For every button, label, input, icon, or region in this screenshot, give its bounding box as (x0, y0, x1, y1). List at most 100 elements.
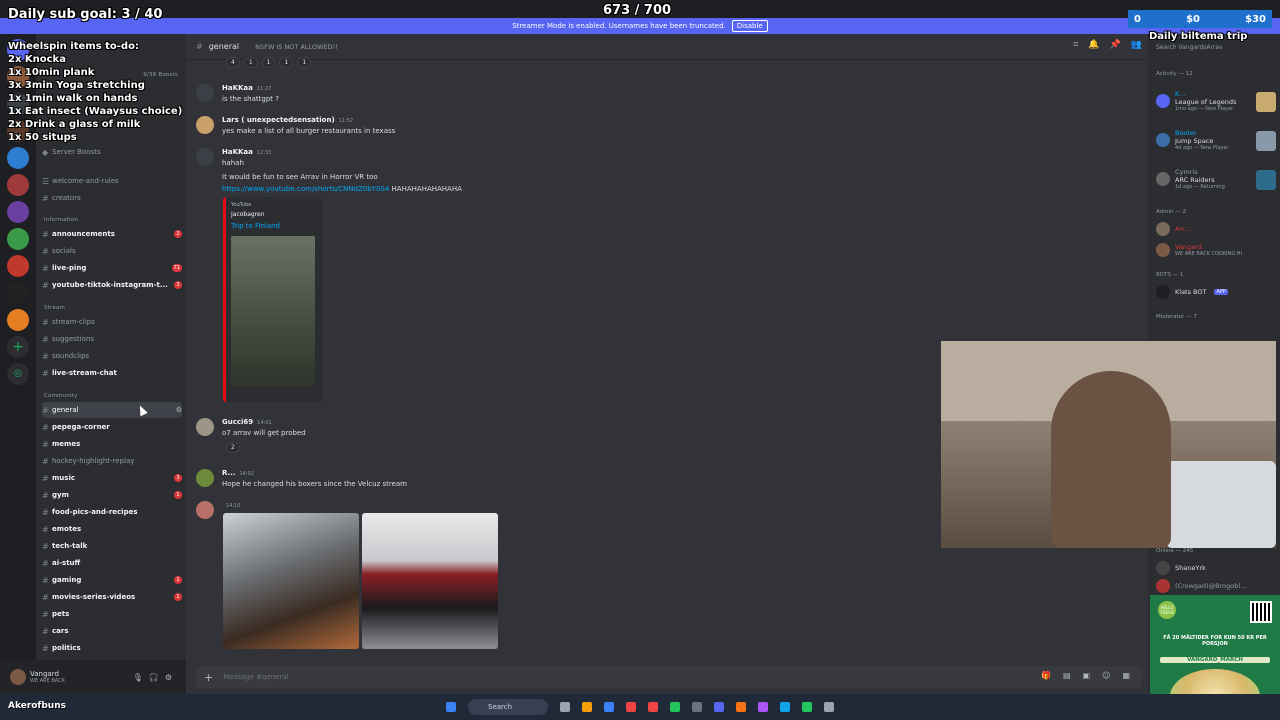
channel-pepega-corner[interactable]: # pepega-corner (42, 419, 182, 435)
task-view-icon[interactable] (560, 702, 570, 712)
avatar[interactable] (196, 116, 214, 134)
category-stream[interactable]: Stream (44, 305, 65, 311)
sticker-icon[interactable]: ▣ (1083, 671, 1091, 680)
member-item[interactable]: Klats BOT APP (1156, 285, 1276, 299)
reaction-pill[interactable]: 4 (226, 57, 240, 68)
channel-creators[interactable]: # creators (42, 190, 182, 206)
members-icon[interactable]: 👥 (1131, 40, 1142, 50)
reaction-pill[interactable]: 1 (297, 57, 312, 68)
server-icon[interactable] (7, 309, 29, 331)
chrome-icon[interactable] (626, 702, 636, 712)
channel-pets[interactable]: # pets (42, 606, 182, 622)
channel-suggestions[interactable]: # suggestions (42, 331, 182, 347)
settings-icon[interactable] (824, 702, 834, 712)
channel-live-ping[interactable]: # live-ping 71 (42, 260, 182, 276)
member-item[interactable]: (Crowgad)@Brogobl... (1156, 579, 1276, 593)
gift-icon[interactable]: 🎁 (1041, 671, 1051, 680)
channel-hockey[interactable]: # hockey-highlight-replay (42, 453, 182, 469)
message-author[interactable]: Gucci69 (222, 418, 253, 426)
user-controls-icon[interactable]: 🎙🎧⚙ (133, 673, 178, 682)
reaction-pill[interactable]: 2 (226, 442, 240, 453)
add-server-icon[interactable]: + (7, 336, 29, 358)
channel-tech-talk[interactable]: # tech-talk (42, 538, 182, 554)
app-icon[interactable] (604, 702, 614, 712)
spotify-icon[interactable] (802, 702, 812, 712)
app-icon[interactable] (692, 702, 702, 712)
channel-memes[interactable]: # memes (42, 436, 182, 452)
channel-youtube-tiktok[interactable]: # youtube-tiktok-instagram-t... 3 (42, 277, 182, 293)
threads-icon[interactable]: ⌗ (1073, 40, 1078, 50)
channel-settings-icon[interactable]: ⚙ (176, 406, 182, 414)
channel-music[interactable]: # music 3 (42, 470, 182, 486)
gif-icon[interactable]: ▤ (1063, 671, 1071, 680)
file-explorer-icon[interactable] (582, 702, 592, 712)
plus-icon[interactable]: + (204, 671, 213, 684)
avatar[interactable] (196, 469, 214, 487)
server-icon[interactable] (7, 174, 29, 196)
server-icon[interactable] (7, 255, 29, 277)
message-author[interactable]: Lars ( unexpectedsensation) (222, 116, 335, 124)
server-icon[interactable] (7, 228, 29, 250)
member-item[interactable]: Arr... (1156, 222, 1276, 236)
app-icon[interactable] (670, 702, 680, 712)
message-author[interactable]: HaKKaa (222, 84, 253, 92)
image-attachment[interactable] (223, 513, 359, 649)
reaction-pill[interactable]: 1 (243, 57, 258, 68)
app-icon[interactable] (780, 702, 790, 712)
embed-title[interactable]: Trip to Finland (231, 222, 318, 230)
member-item[interactable]: K... League of Legends 1mo ago — New Playe… (1156, 90, 1276, 112)
search-input[interactable]: Search VangardsArrav (1156, 44, 1223, 51)
server-boosts[interactable]: ◆ Server Boosts (42, 144, 182, 160)
app-icon[interactable] (758, 702, 768, 712)
reaction-pill[interactable]: 1 (279, 57, 294, 68)
channel-cars[interactable]: # cars (42, 623, 182, 639)
discord-taskbar-icon[interactable] (714, 702, 724, 712)
avatar[interactable] (196, 84, 214, 102)
channel-politics[interactable]: # politics (42, 640, 182, 656)
category-information[interactable]: Information (44, 217, 78, 223)
avatar[interactable] (10, 669, 26, 685)
channel-gaming[interactable]: # gaming 1 (42, 572, 182, 588)
server-icon[interactable] (7, 282, 29, 304)
app-icon[interactable] (736, 702, 746, 712)
channel-movies[interactable]: # movies-series-videos 1 (42, 589, 182, 605)
message-input[interactable]: Message #general (223, 673, 288, 681)
video-thumbnail[interactable] (231, 236, 315, 386)
channel-topic[interactable]: NSFW IS NOT ALLOWED!! (255, 43, 338, 51)
opera-icon[interactable] (648, 702, 658, 712)
message-composer[interactable]: + Message #general 🎁 ▤ ▣ ☺ ▦ (196, 666, 1142, 688)
server-icon[interactable] (7, 201, 29, 223)
bell-icon[interactable]: 🔔 (1088, 40, 1099, 50)
disable-streamer-mode-button[interactable]: Disable (731, 20, 768, 32)
image-attachment[interactable] (362, 513, 498, 649)
member-item[interactable]: Vangard WE ARE BACK COOKING HI (1156, 243, 1276, 257)
windows-start-icon[interactable] (446, 702, 456, 712)
channel-emotes[interactable]: # emotes (42, 521, 182, 537)
channel-stream-clips[interactable]: # stream-clips (42, 314, 182, 330)
channel-welcome-and-rules[interactable]: ☰ welcome-and-rules (42, 173, 182, 189)
server-icon[interactable] (7, 147, 29, 169)
channel-ai-stuff[interactable]: # ai-stuff (42, 555, 182, 571)
emoji-icon[interactable]: ☺ (1102, 671, 1110, 680)
channel-food[interactable]: # food-pics-and-recipes (42, 504, 182, 520)
channel-general[interactable]: # general ⚙ (42, 402, 182, 418)
avatar[interactable] (196, 418, 214, 436)
channel-live-stream-chat[interactable]: # live-stream-chat (42, 365, 182, 381)
message-link[interactable]: https://www.youtube.com/shorts/CNNdZ0bY0… (222, 185, 389, 193)
channel-gym[interactable]: # gym 1 (42, 487, 182, 503)
member-item[interactable]: Cymris ARC Raiders 1d ago — Returning (1156, 168, 1276, 190)
avatar[interactable] (196, 148, 214, 166)
discover-icon[interactable]: ◎ (7, 363, 29, 385)
embed-author[interactable]: Jacobagren (231, 211, 318, 218)
taskbar-search[interactable]: Search (468, 699, 548, 715)
member-item[interactable]: Booter Jump Space 4d ago — New Player (1156, 129, 1276, 151)
message-author[interactable]: R... (222, 469, 236, 477)
apps-icon[interactable]: ▦ (1122, 671, 1130, 680)
message-author[interactable]: HaKKaa (222, 148, 253, 156)
category-community[interactable]: Community (44, 393, 78, 399)
channel-socials[interactable]: # socials (42, 243, 182, 259)
channel-soundclips[interactable]: # soundclips (42, 348, 182, 364)
member-item[interactable]: ShaneYrk (1156, 561, 1276, 575)
reaction-pill[interactable]: 1 (261, 57, 276, 68)
pin-icon[interactable]: 📌 (1110, 40, 1121, 50)
